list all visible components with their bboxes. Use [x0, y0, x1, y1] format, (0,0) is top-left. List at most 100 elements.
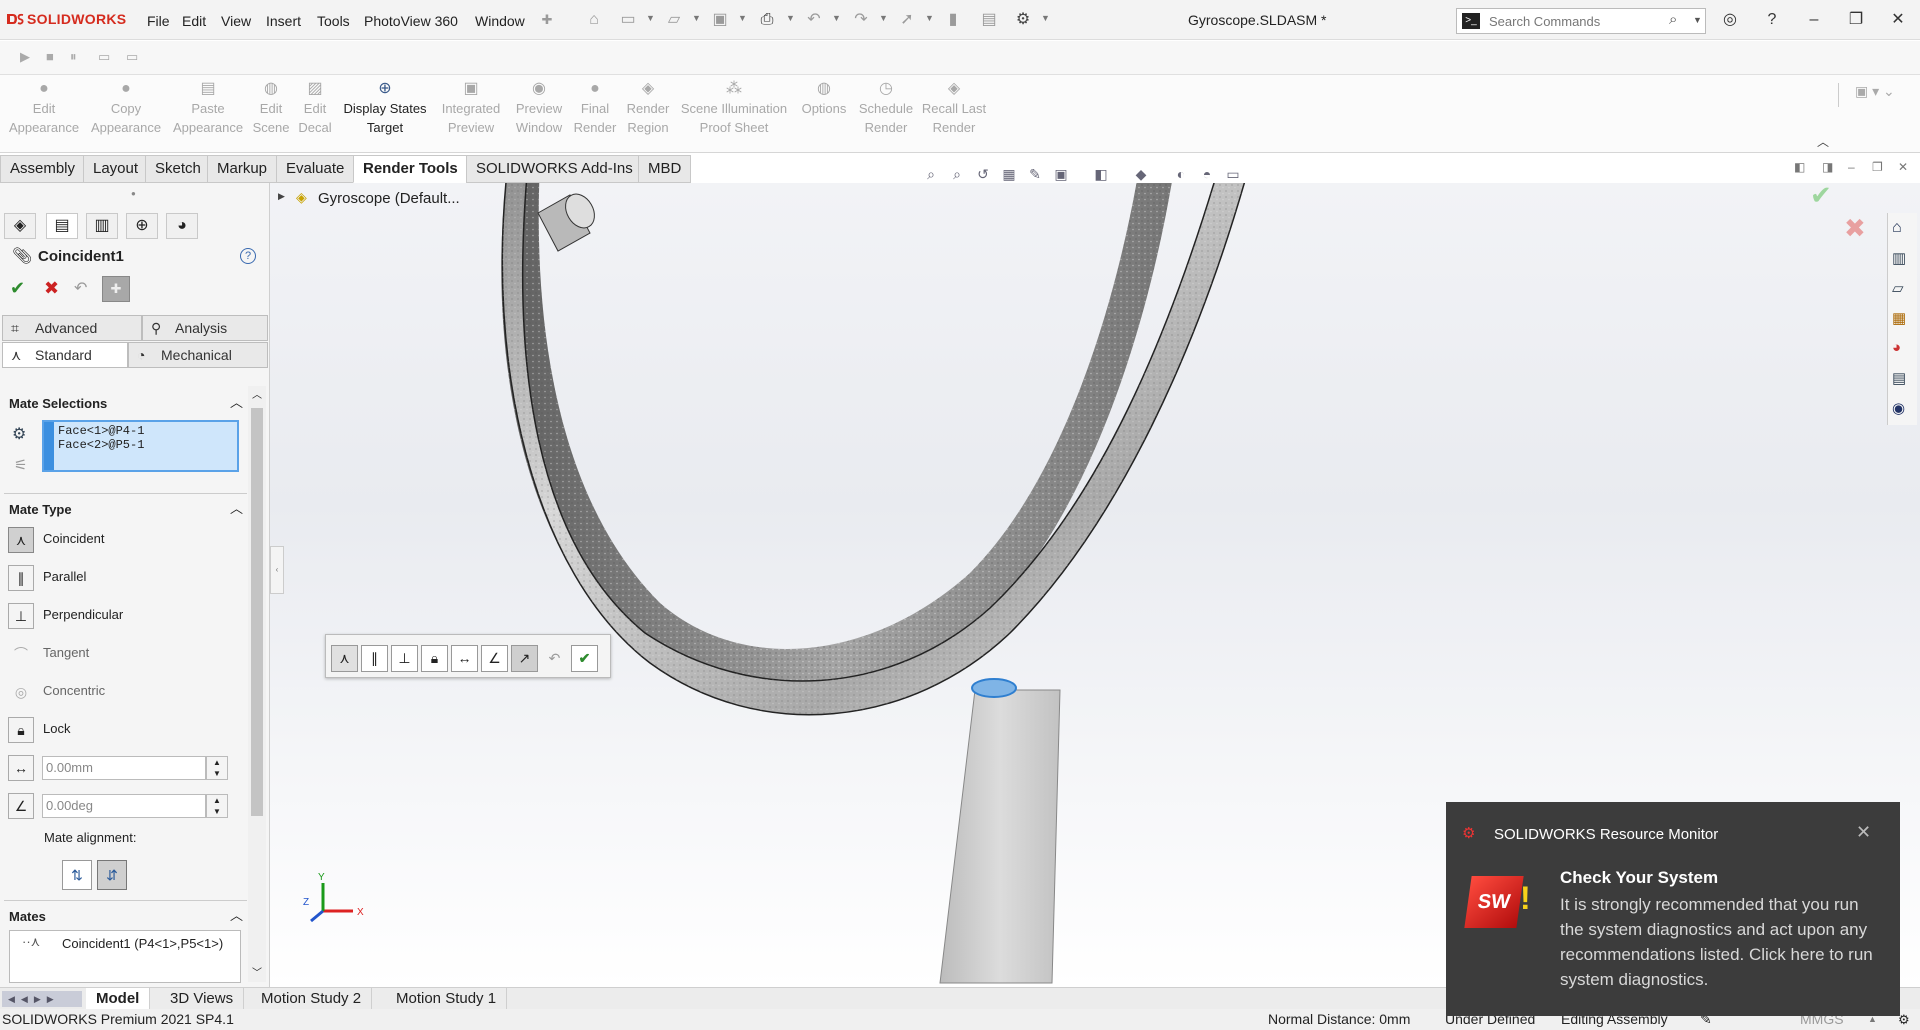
- edit-appearance-button[interactable]: ● Edit Appearance: [6, 79, 82, 151]
- ok-icon[interactable]: ✔: [571, 645, 598, 672]
- close-icon[interactable]: ✕: [1856, 822, 1871, 843]
- chevron-down-icon[interactable]: ▼: [832, 13, 841, 23]
- mate-type-header[interactable]: Mate Type: [9, 502, 72, 517]
- menu-window[interactable]: Window: [475, 13, 525, 29]
- help-icon[interactable]: ?: [1758, 8, 1786, 32]
- mate-selection-list[interactable]: Face<1>@P4-1 Face<2>@P5-1: [42, 420, 239, 472]
- menu-insert[interactable]: Insert: [266, 13, 301, 29]
- resource-monitor-notification[interactable]: ⚙ SOLIDWORKS Resource Monitor ✕ SW ! Che…: [1446, 802, 1900, 1016]
- ok-button[interactable]: ✔: [10, 278, 25, 299]
- property-manager-tab-icon[interactable]: ▤: [46, 213, 78, 239]
- mate-type-perpendicular[interactable]: ⊥ Perpendicular: [8, 598, 243, 632]
- schedule-render-button[interactable]: ◷ Schedule Render: [856, 79, 916, 151]
- menu-edit[interactable]: Edit: [182, 13, 206, 29]
- angle-icon[interactable]: ∠: [8, 793, 34, 819]
- undo-icon[interactable]: ↶: [541, 645, 568, 672]
- apply-scene-icon[interactable]: ◓: [1196, 163, 1218, 185]
- chevron-up-icon[interactable]: ︿: [1817, 133, 1829, 150]
- solidworks-forum-icon[interactable]: ◉: [1892, 399, 1905, 417]
- redo-icon[interactable]: ↷: [850, 9, 872, 31]
- tab-motion-study-1[interactable]: Motion Study 1: [386, 988, 508, 1010]
- preview-window-button[interactable]: ◉ Preview Window: [508, 79, 570, 151]
- gear-icon[interactable]: ⚙: [1012, 9, 1034, 31]
- spin-down-icon[interactable]: ▼: [207, 806, 227, 817]
- edit-scene-button[interactable]: ◍ Edit Scene: [248, 79, 294, 151]
- chevron-down-icon[interactable]: ▼: [879, 13, 888, 23]
- angle-input[interactable]: 0.00deg: [42, 794, 206, 818]
- close-button[interactable]: ✕: [1884, 8, 1912, 32]
- chevron-up-icon[interactable]: ︿: [230, 498, 243, 517]
- distance-spinner[interactable]: ▲ ▼: [206, 756, 228, 780]
- angle-icon[interactable]: ∠: [481, 645, 508, 672]
- file-properties-icon[interactable]: ▤: [978, 9, 1000, 31]
- mate-type-tangent[interactable]: ⌒ Tangent: [8, 636, 243, 670]
- tree-root-label[interactable]: Gyroscope (Default...: [318, 190, 460, 207]
- recall-last-render-button[interactable]: ◈ Recall Last Render: [918, 79, 990, 151]
- chevron-up-icon[interactable]: ︿: [230, 392, 243, 411]
- chevron-down-icon[interactable]: ▼: [646, 13, 655, 23]
- panel-grip-icon[interactable]: ●: [131, 189, 136, 198]
- open-folder-icon[interactable]: ▱: [663, 9, 685, 31]
- tree-expand-icon[interactable]: ▶: [278, 191, 285, 202]
- tab-assembly[interactable]: Assembly: [0, 155, 86, 183]
- display-manager-tab-icon[interactable]: ◕: [166, 213, 198, 239]
- restore-doc-icon[interactable]: ❐: [1872, 160, 1883, 174]
- section-view-icon[interactable]: ▦: [998, 163, 1020, 185]
- dimxpert-manager-tab-icon[interactable]: ⊕: [126, 213, 158, 239]
- rebuild-icon[interactable]: ▮: [942, 9, 964, 31]
- tab-advanced[interactable]: ⌗ Advanced: [2, 315, 142, 341]
- collapse-ribbon-icon[interactable]: ▣ ▾ ⌄: [1838, 83, 1916, 107]
- view-orientation-icon[interactable]: ▣: [1050, 163, 1072, 185]
- hide-show-icon[interactable]: ◆: [1130, 163, 1152, 185]
- mates-header[interactable]: Mates: [9, 909, 46, 924]
- feature-manager-tab-icon[interactable]: ◈: [4, 213, 36, 239]
- notification-body[interactable]: It is strongly recommended that you run …: [1560, 892, 1880, 992]
- options-button[interactable]: ◍ Options: [794, 79, 854, 151]
- distance-input[interactable]: 0.00mm: [42, 756, 206, 780]
- mate-type-coincident[interactable]: ⋏ Coincident: [8, 522, 243, 556]
- tab-markup[interactable]: Markup: [207, 155, 278, 183]
- undo-icon[interactable]: ↶: [803, 9, 825, 31]
- distance-icon[interactable]: ↔: [451, 645, 478, 672]
- tab-mbd[interactable]: MBD: [638, 155, 692, 183]
- stop-macro-icon[interactable]: ■: [46, 49, 54, 64]
- perpendicular-icon[interactable]: ⊥: [391, 645, 418, 672]
- mate-type-lock[interactable]: 🔒︎ Lock: [8, 712, 243, 746]
- menu-file[interactable]: File: [147, 13, 170, 29]
- chevron-down-icon[interactable]: ▼: [738, 13, 747, 23]
- save-icon[interactable]: ▣: [709, 9, 731, 31]
- edit-appearance-view-icon[interactable]: ◐: [1170, 163, 1192, 185]
- file-explorer-icon[interactable]: ▱: [1892, 279, 1904, 297]
- tab-evaluate[interactable]: Evaluate: [276, 155, 355, 183]
- mate-type-concentric[interactable]: ◎ Concentric: [8, 674, 243, 708]
- coincident-icon[interactable]: ⋏: [331, 645, 358, 672]
- run-macro-icon[interactable]: ▶: [20, 49, 30, 65]
- panel-scrollbar[interactable]: ︿ ﹀: [248, 386, 266, 982]
- paste-appearance-button[interactable]: ▤ Paste Appearance: [170, 79, 246, 151]
- scroll-thumb[interactable]: [251, 408, 263, 816]
- angle-spinner[interactable]: ▲ ▼: [206, 794, 228, 818]
- mate-list-item[interactable]: Coincident1 (P4<1>,P5<1>): [62, 936, 223, 951]
- menu-view[interactable]: View: [221, 13, 251, 29]
- dynamic-annotation-icon[interactable]: ✎: [1024, 163, 1046, 185]
- scroll-down-icon[interactable]: ﹀: [252, 964, 262, 979]
- pushpin-button[interactable]: ✚: [102, 276, 130, 302]
- tab-addins[interactable]: SOLIDWORKS Add-Ins: [466, 155, 643, 183]
- spin-up-icon[interactable]: ▲: [207, 795, 227, 806]
- custom-properties-icon[interactable]: ▤: [1892, 369, 1906, 387]
- spin-up-icon[interactable]: ▲: [207, 757, 227, 768]
- tab-render-tools[interactable]: Render Tools: [353, 155, 468, 183]
- new-macro-icon[interactable]: ▭: [98, 49, 110, 65]
- parallel-icon[interactable]: ∥: [361, 645, 388, 672]
- help-icon[interactable]: ?: [240, 248, 256, 264]
- tab-motion-study-2[interactable]: Motion Study 2: [251, 988, 373, 1010]
- aligned-button[interactable]: ⇅: [62, 860, 92, 890]
- minimize-button[interactable]: –: [1800, 8, 1828, 32]
- selection-item[interactable]: Face<2>@P5-1: [58, 438, 223, 452]
- spin-down-icon[interactable]: ▼: [207, 768, 227, 779]
- pause-macro-icon[interactable]: ⏸: [70, 49, 77, 65]
- selection-item[interactable]: Face<1>@P4-1: [58, 424, 223, 438]
- confirm-corner-ok-icon[interactable]: ✔: [1810, 180, 1832, 211]
- user-account-icon[interactable]: ◎: [1716, 8, 1744, 32]
- scene-illumination-proof-sheet-button[interactable]: ⁂ Scene Illumination Proof Sheet: [678, 79, 790, 151]
